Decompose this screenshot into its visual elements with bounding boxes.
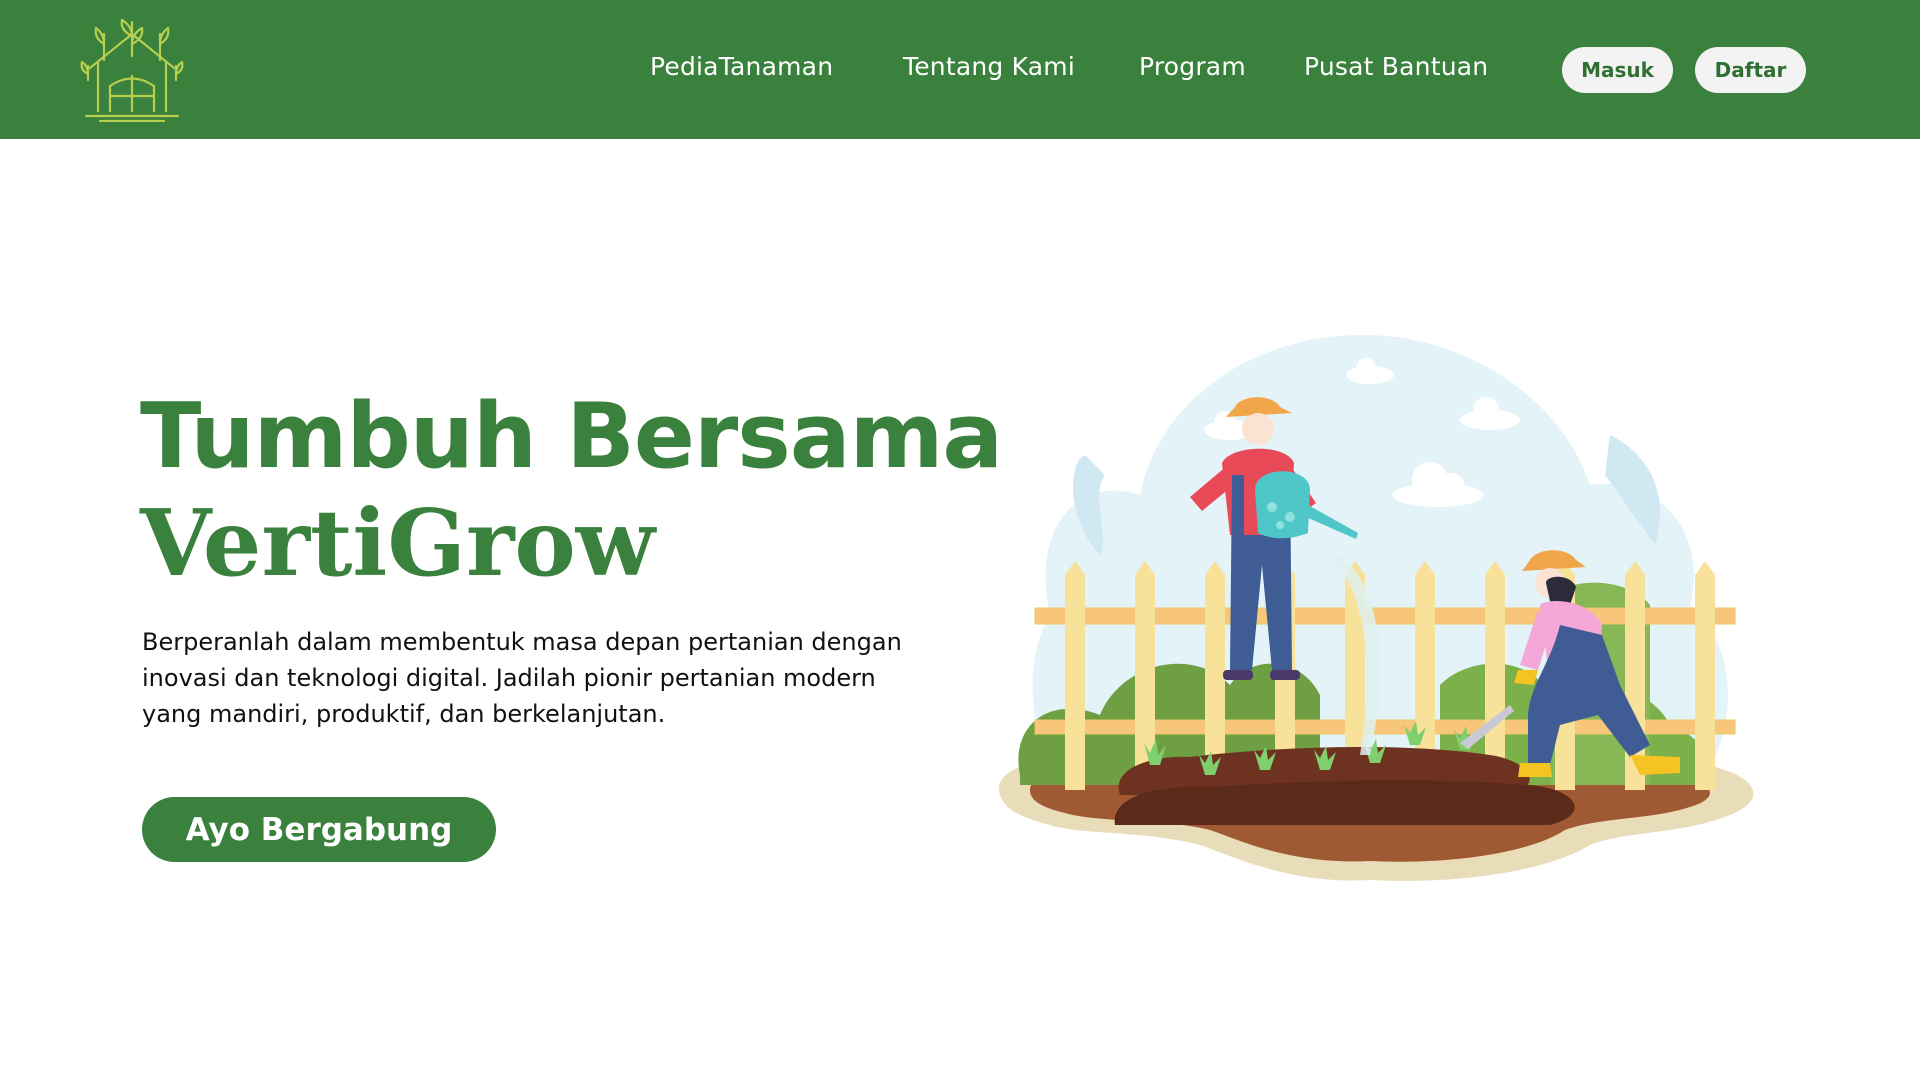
- nav-link-pediatanaman[interactable]: PediaTanaman: [650, 52, 833, 81]
- register-button[interactable]: Daftar: [1695, 47, 1806, 93]
- nav-link-program[interactable]: Program: [1139, 52, 1246, 81]
- hero-description: Berperanlah dalam membentuk masa depan p…: [142, 628, 902, 728]
- top-navbar: PediaTanaman Tentang Kami Program Pusat …: [0, 0, 1920, 139]
- hero-title: Tumbuh Bersama VertiGrow: [140, 384, 1003, 598]
- login-button[interactable]: Masuk: [1562, 47, 1673, 93]
- nav-link-tentang-kami[interactable]: Tentang Kami: [903, 52, 1075, 81]
- hero-title-line1: Tumbuh Bersama: [140, 384, 1003, 489]
- nav-link-pusat-bantuan[interactable]: Pusat Bantuan: [1304, 52, 1488, 81]
- join-button[interactable]: Ayo Bergabung: [142, 797, 496, 862]
- hero-title-line2: VertiGrow: [140, 489, 655, 597]
- farmers-garden-illustration: [998, 334, 1754, 881]
